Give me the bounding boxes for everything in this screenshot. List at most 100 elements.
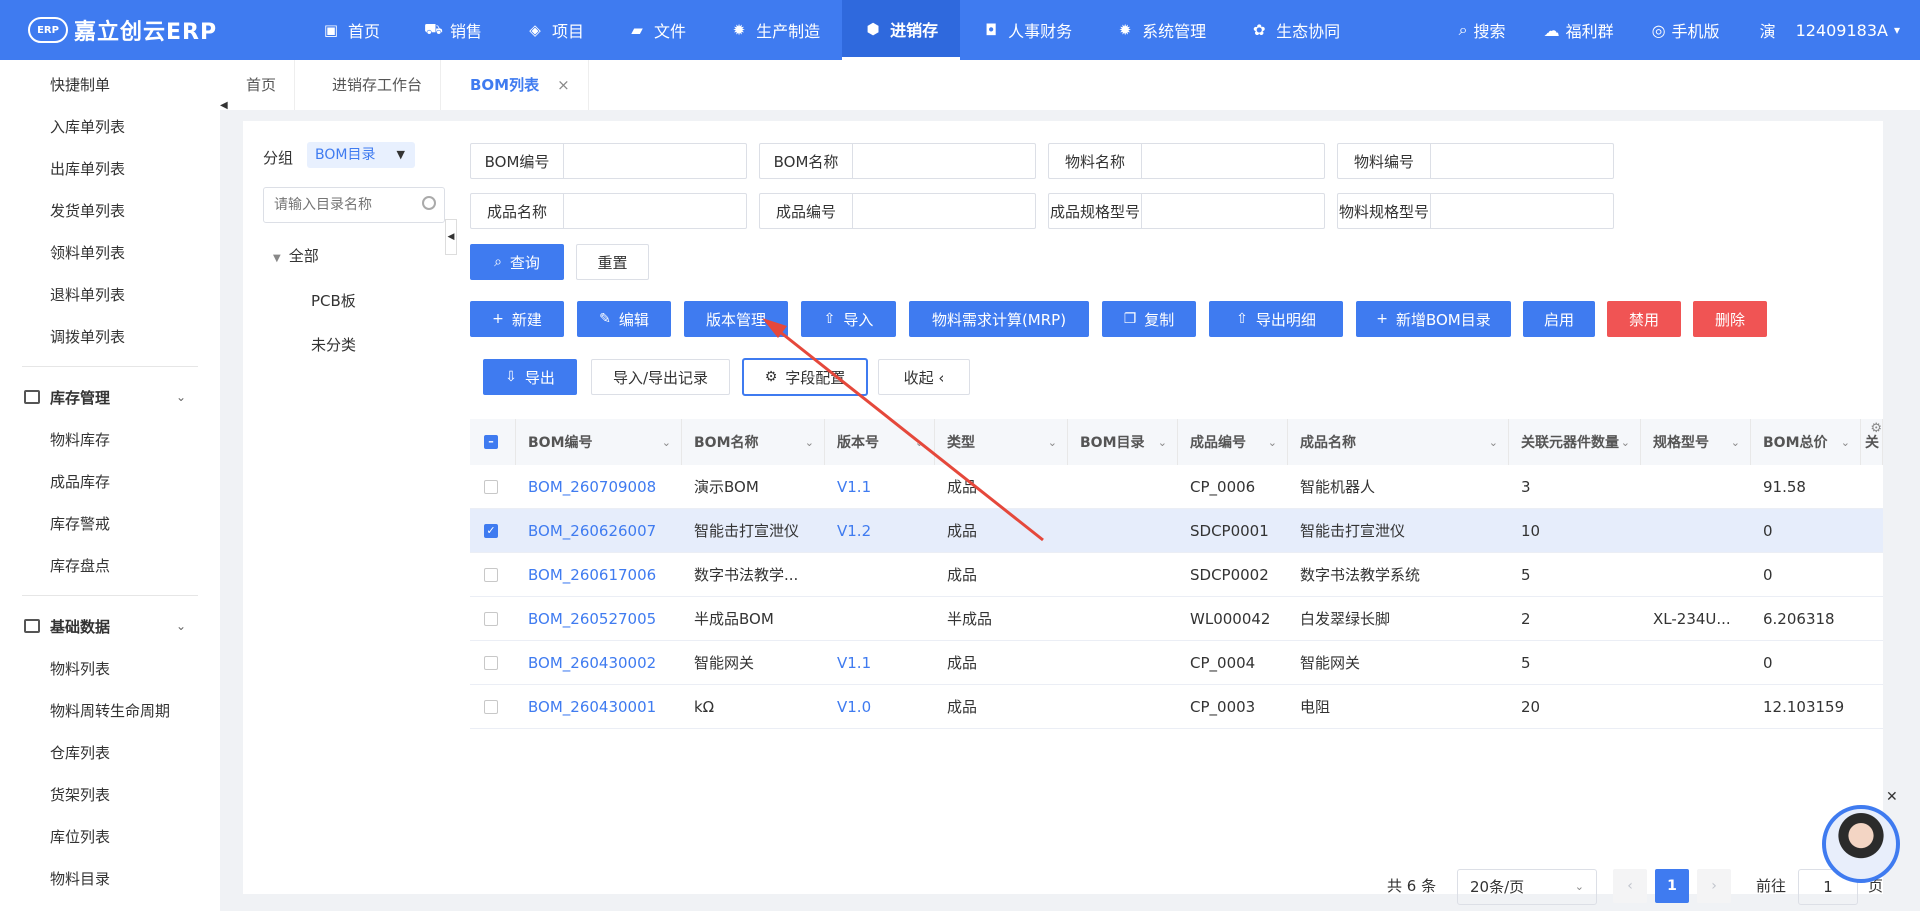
select-all-checkbox[interactable]: – [484,435,498,449]
filter-input[interactable] [853,144,1035,178]
cell-text[interactable]: BOM_260430001 [528,698,656,716]
row-checkbox[interactable]: ✓ [484,523,498,538]
toolbar-button[interactable]: 物料需求计算(MRP) [909,301,1089,337]
cell-text[interactable]: V1.1 [837,478,871,496]
table-cell-bom-no[interactable]: BOM_260709008 [516,465,682,508]
sidebar-item[interactable]: 退料单列表 [0,274,220,316]
column-settings-icon[interactable]: ⚙ [1870,421,1882,436]
search-icon[interactable] [422,196,436,210]
sidebar-group-0[interactable]: 库存管理 ⌄ [0,375,220,419]
sidebar-item[interactable]: 领料单列表 [0,232,220,274]
sidebar-item[interactable]: 入库单列表 [0,106,220,148]
filter-input[interactable] [1431,194,1613,228]
sidebar-group-1[interactable]: 基础数据 ⌄ [0,604,220,648]
cell-text[interactable]: BOM_260527005 [528,610,656,628]
table-cell-bom-no[interactable]: BOM_260617006 [516,553,682,596]
sidebar-item[interactable]: 库存警戒 [0,503,220,545]
column-header[interactable]: 类型 ⌄ [935,419,1068,465]
toolbar-button[interactable]: ⇧ 导出明细 [1209,301,1343,337]
reset-button[interactable]: 重置 [576,244,649,280]
table-cell-version[interactable]: V1.1 [825,465,935,508]
nav-item-7[interactable]: ✹ 系统管理 [1094,0,1228,60]
row-checkbox[interactable] [484,655,498,670]
nav-item-3[interactable]: ▰ 文件 [606,0,708,60]
next-page-button[interactable]: › [1697,869,1731,903]
column-header[interactable]: BOM总价 ⌄ [1751,419,1861,465]
tree-node-pcb[interactable]: PCB板 [311,290,356,311]
nav-tool-0[interactable]: ⌕ 搜索 [1459,18,1506,42]
toolbar-button[interactable]: ⇧ 导入 [801,301,896,337]
toolbar-button[interactable]: 版本管理 [684,301,788,337]
filter-input[interactable] [1142,194,1324,228]
row-checkbox[interactable] [484,611,498,626]
cell-text[interactable]: V1.0 [837,698,871,716]
tab-bom-list[interactable]: BOM列表 × [452,60,589,110]
query-button[interactable]: ⌕ 查询 [470,244,564,280]
table-cell-version[interactable] [825,553,935,596]
nav-tool-2[interactable]: ◎ 手机版 [1652,18,1720,42]
column-header[interactable]: 版本号 ⌄ [825,419,935,465]
prev-page-button[interactable]: ‹ [1613,869,1647,903]
table-cell-version[interactable]: V1.0 [825,685,935,728]
table-cell-bom-no[interactable]: BOM_260527005 [516,597,682,640]
filter-input[interactable] [564,194,746,228]
nav-item-2[interactable]: ◈ 项目 [504,0,606,60]
panel-collapse-icon[interactable]: ◀ [445,219,457,255]
toolbar-button[interactable]: ✎ 编辑 [577,301,671,337]
sidebar-item[interactable]: 调拨单列表 [0,316,220,358]
column-header[interactable]: BOM编号 ⌄ [516,419,682,465]
toolbar-button[interactable]: ⚙ 字段配置 [742,358,868,396]
assistant-avatar[interactable] [1822,805,1900,883]
table-row[interactable]: BOM_260617006 数字书法教学... 成品 SDCP0002 数字书法教学系统… [470,553,1883,597]
cell-text[interactable]: V1.2 [837,522,871,540]
table-row[interactable]: BOM_260527005 半成品BOM 半成品 WL000042 白发翠绿长脚 2 XL-… [470,597,1883,641]
user-menu[interactable]: 演 12409183A ▾ [1760,18,1900,42]
tree-node-all[interactable]: ▼ 全部 [273,245,319,266]
table-cell-version[interactable]: V1.2 [825,509,935,552]
tab-home[interactable]: 首页 [228,60,296,110]
sidebar-item[interactable]: 库位列表 [0,816,220,858]
sidebar-collapse-icon[interactable]: ◀ [220,100,230,120]
cell-text[interactable]: BOM_260430002 [528,654,656,672]
page-size-select[interactable]: 20条/页 ⌄ [1457,869,1597,905]
sidebar-item[interactable]: 物料目录 [0,858,220,900]
row-checkbox[interactable] [484,699,498,714]
column-header[interactable]: 规格型号 ⌄ [1641,419,1751,465]
directory-search-input[interactable] [264,188,414,222]
toolbar-button[interactable]: 删除 [1693,301,1767,337]
toolbar-button[interactable]: + 新建 [470,301,564,337]
close-icon[interactable]: × [557,76,570,94]
cell-text[interactable]: BOM_260617006 [528,566,656,584]
sidebar-item[interactable]: 成品库存 [0,461,220,503]
column-header[interactable]: 关联元器件数量 ⌄ [1509,419,1641,465]
table-row[interactable]: BOM_260430001 kΩ V1.0 成品 CP_0003 电阻 20 12.10315… [470,685,1883,729]
toolbar-button[interactable]: 启用 [1523,301,1595,337]
table-cell-version[interactable] [825,597,935,640]
table-cell-bom-no[interactable]: BOM_260626007 [516,509,682,552]
page-1-button[interactable]: 1 [1655,869,1689,903]
sidebar-item[interactable]: 物料周转生命周期 [0,690,220,732]
column-header[interactable]: 成品名称 ⌄ [1288,419,1509,465]
toolbar-button[interactable]: + 新增BOM目录 [1356,301,1511,337]
toolbar-button[interactable]: ❐ 复制 [1102,301,1196,337]
nav-item-4[interactable]: ✹ 生产制造 [708,0,842,60]
nav-item-0[interactable]: ▣ 首页 [300,0,402,60]
row-checkbox[interactable] [484,479,498,494]
column-header[interactable]: 关 ⚙ [1861,419,1883,465]
toolbar-button[interactable]: ⇩ 导出 [483,359,577,395]
table-row[interactable]: BOM_260430002 智能网关 V1.1 成品 CP_0004 智能网关 5 0 [470,641,1883,685]
toolbar-button[interactable]: 禁用 [1607,301,1681,337]
app-logo[interactable]: ERP 嘉立创云ERP [0,14,300,46]
tab-inventory-workbench[interactable]: 进销存工作台 [314,60,442,110]
group-select[interactable]: BOM目录 ▼ [307,142,415,168]
nav-item-6[interactable]: ◘ 人事财务 [960,0,1094,60]
close-icon[interactable]: ✕ [1886,790,1900,804]
filter-input[interactable] [1142,144,1324,178]
column-header[interactable]: BOM名称 ⌄ [682,419,825,465]
filter-input[interactable] [1431,144,1613,178]
sidebar-item[interactable]: 物料库存 [0,419,220,461]
nav-item-8[interactable]: ✿ 生态协同 [1228,0,1362,60]
table-row[interactable]: ✓ BOM_260626007 智能击打宣泄仪 V1.2 成品 SDCP0001 智能击打宣… [470,509,1883,553]
nav-tool-1[interactable]: ☁ 福利群 [1544,18,1614,42]
table-cell-bom-no[interactable]: BOM_260430001 [516,685,682,728]
